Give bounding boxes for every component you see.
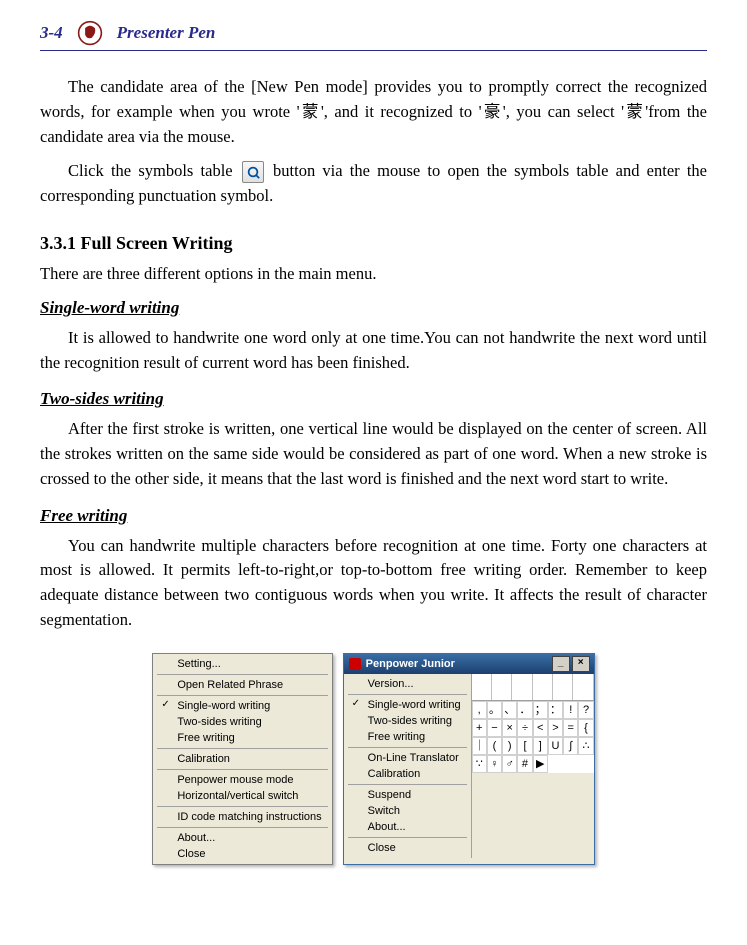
paragraph-candidate-area: The candidate area of the [New Pen mode]… — [40, 75, 707, 149]
screenshot-row: Setting... Open Related Phrase Single-word… — [40, 653, 707, 865]
menu-separator — [348, 747, 467, 748]
menu-separator — [157, 827, 327, 828]
paragraph-two-sides: After the first stroke is written, one v… — [40, 417, 707, 491]
window-body: Version... Single-word writingTwo-sides w… — [344, 674, 594, 858]
menu-item[interactable]: Setting... — [155, 656, 329, 672]
symbol-cell[interactable]: < — [533, 719, 548, 737]
subheading-free-writing: Free writing — [40, 506, 707, 526]
symbol-cell[interactable]: ÷ — [517, 719, 532, 737]
candidate-cell[interactable] — [492, 674, 512, 700]
menu-item[interactable]: Free writing — [346, 729, 469, 745]
menu-item[interactable]: Switch — [346, 803, 469, 819]
close-button[interactable]: × — [572, 656, 590, 672]
symbols-table: ,。、．；：!? +−×÷<>={ ｜()[]U∫∴ ∵♀♂#▶ — [472, 701, 594, 773]
menu-separator — [157, 695, 327, 696]
symbol-cell[interactable]: { — [578, 719, 593, 737]
document-page: 3-4 Presenter Pen The candidate area of … — [0, 0, 747, 905]
menu-item[interactable]: Single-word writing — [155, 698, 329, 714]
menu-item[interactable]: Version... — [346, 676, 469, 692]
menu-item[interactable]: Single-word writing — [346, 697, 469, 713]
symbol-cell[interactable]: U — [548, 737, 563, 755]
candidate-cell[interactable] — [512, 674, 532, 700]
menu-separator — [157, 674, 327, 675]
symbol-cell[interactable]: ♂ — [502, 755, 517, 773]
menu-item[interactable]: ID code matching instructions — [155, 809, 329, 825]
menu-separator — [157, 769, 327, 770]
symbol-cell[interactable]: 、 — [502, 701, 517, 719]
context-menu-left: Setting... Open Related Phrase Single-word… — [152, 653, 332, 865]
symbol-cell[interactable]: ． — [517, 701, 532, 719]
symbol-cell[interactable]: ∵ — [472, 755, 487, 773]
window-title: Penpower Junior — [366, 658, 455, 670]
symbol-cell[interactable]: + — [472, 719, 487, 737]
symbol-cell[interactable]: 。 — [487, 701, 502, 719]
symbol-cell[interactable]: ? — [578, 701, 593, 719]
section-intro: There are three different options in the… — [40, 264, 707, 284]
symbols-table-icon — [242, 161, 264, 183]
window-titlebar: Penpower Junior _ × — [344, 654, 594, 674]
minimize-button[interactable]: _ — [552, 656, 570, 672]
symbol-cell[interactable]: ： — [548, 701, 563, 719]
menu-separator — [157, 806, 327, 807]
symbol-cell[interactable]: ▶ — [533, 755, 548, 773]
subheading-single-word: Single-word writing — [40, 298, 707, 318]
penpower-window: Penpower Junior _ × Version... Single-wor… — [343, 653, 595, 865]
symbol-cell[interactable]: ] — [533, 737, 548, 755]
candidate-cell[interactable] — [472, 674, 492, 700]
menu-separator — [348, 837, 467, 838]
section-heading: 3.3.1 Full Screen Writing — [40, 233, 707, 254]
candidate-cell[interactable] — [533, 674, 553, 700]
page-number: 3-4 — [40, 23, 63, 43]
symbol-cell[interactable]: ! — [563, 701, 578, 719]
menu-item[interactable]: About... — [155, 830, 329, 846]
menu-item[interactable]: Two-sides writing — [346, 713, 469, 729]
menu-item[interactable]: Close — [155, 846, 329, 862]
paragraph-single-word: It is allowed to handwrite one word only… — [40, 326, 707, 376]
candidate-cells — [472, 674, 594, 701]
menu-item[interactable]: Open Related Phrase — [155, 677, 329, 693]
header-title: Presenter Pen — [117, 23, 216, 43]
window-right-pane: ,。、．；：!? +−×÷<>={ ｜()[]U∫∴ ∵♀♂#▶ — [472, 674, 594, 858]
symbol-cell[interactable]: ∴ — [578, 737, 593, 755]
paragraph-symbols-before: Click the symbols table — [68, 161, 240, 180]
symbol-cell[interactable]: ♀ — [487, 755, 502, 773]
page-header: 3-4 Presenter Pen — [40, 20, 707, 51]
symbol-cell[interactable]: ) — [502, 737, 517, 755]
menu-item[interactable]: Calibration — [346, 766, 469, 782]
symbol-cell[interactable]: [ — [517, 737, 532, 755]
candidate-cell[interactable] — [553, 674, 573, 700]
paragraph-symbols-button: Click the symbols table button via the m… — [40, 159, 707, 209]
symbol-cell[interactable]: ｜ — [472, 737, 487, 755]
menu-item[interactable]: Close — [346, 840, 469, 856]
menu-item[interactable]: Calibration — [155, 751, 329, 767]
menu-separator — [348, 694, 467, 695]
symbol-cell[interactable]: ( — [487, 737, 502, 755]
brand-logo-icon — [77, 20, 103, 46]
symbol-cell[interactable]: > — [548, 719, 563, 737]
symbol-cell[interactable]: # — [517, 755, 532, 773]
menu-separator — [157, 748, 327, 749]
menu-item[interactable]: On-Line Translator — [346, 750, 469, 766]
menu-item[interactable]: About... — [346, 819, 469, 835]
candidate-cell[interactable] — [573, 674, 593, 700]
menu-item[interactable]: Suspend — [346, 787, 469, 803]
symbol-cell[interactable]: ∫ — [563, 737, 578, 755]
app-icon — [348, 657, 362, 671]
symbol-cell[interactable]: , — [472, 701, 487, 719]
menu-item[interactable]: Free writing — [155, 730, 329, 746]
symbol-cell[interactable]: − — [487, 719, 502, 737]
menu-separator — [348, 784, 467, 785]
menu-item[interactable]: Penpower mouse mode — [155, 772, 329, 788]
menu-item[interactable]: Two-sides writing — [155, 714, 329, 730]
symbol-cell[interactable]: ； — [533, 701, 548, 719]
symbol-cell[interactable]: × — [502, 719, 517, 737]
paragraph-free-writing: You can handwrite multiple characters be… — [40, 534, 707, 633]
menu-item[interactable]: Horizontal/vertical switch — [155, 788, 329, 804]
subheading-two-sides: Two-sides writing — [40, 389, 707, 409]
symbol-cell[interactable]: = — [563, 719, 578, 737]
window-menu: Version... Single-word writingTwo-sides w… — [344, 674, 472, 858]
